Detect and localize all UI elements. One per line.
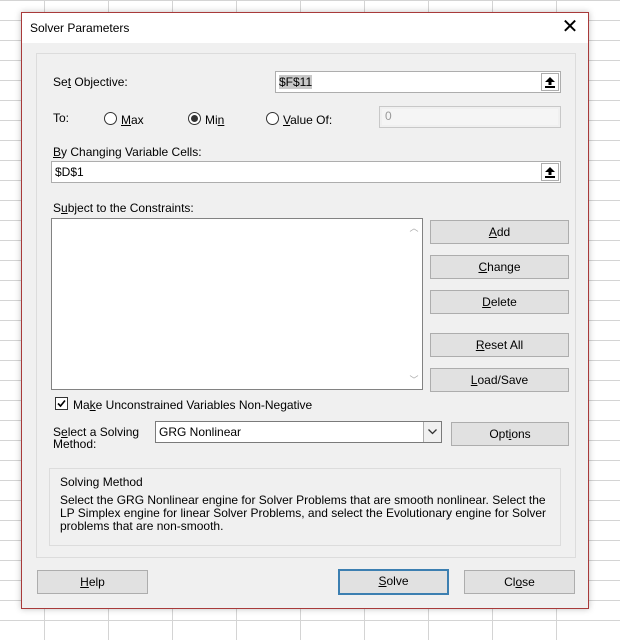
title-bar: Solver Parameters ✕	[22, 13, 588, 43]
solving-method-group: Solving Method Select the GRG Nonlinear …	[49, 468, 561, 546]
max-radio-label[interactable]: Max	[121, 113, 144, 127]
min-radio[interactable]	[188, 112, 201, 125]
solving-method-select[interactable]: GRG Nonlinear	[155, 421, 442, 443]
to-label: To:	[53, 111, 70, 125]
set-objective-value: $F$11	[279, 75, 313, 89]
solving-method-label: Select a Solving Method:	[53, 425, 140, 451]
change-button[interactable]: Change	[430, 255, 569, 279]
changing-cells-label: By Changing Variable Cells:	[53, 145, 202, 159]
value-of-radio[interactable]	[266, 112, 279, 125]
min-radio-label[interactable]: Min	[205, 113, 224, 127]
checkmark-icon	[57, 399, 66, 408]
collapse-dialog-icon[interactable]	[541, 163, 559, 181]
set-objective-label: Set Objective:	[53, 75, 128, 89]
solver-parameters-dialog: Solver Parameters ✕ Set Objective: $F$11…	[21, 12, 589, 609]
max-radio[interactable]	[104, 112, 117, 125]
value-of-radio-label[interactable]: Value Of:	[283, 113, 332, 127]
dialog-title: Solver Parameters	[30, 21, 130, 35]
solving-method-value: GRG Nonlinear	[159, 425, 242, 439]
load-save-button[interactable]: Load/Save	[430, 368, 569, 392]
help-button[interactable]: Help	[37, 570, 148, 594]
close-button[interactable]: Close	[464, 570, 575, 594]
parameters-panel: Set Objective: $F$11 To: Max Min Value O…	[36, 53, 576, 558]
non-negative-label[interactable]: Make Unconstrained Variables Non-Negativ…	[73, 398, 312, 412]
changing-cells-field[interactable]: $D$1	[51, 161, 561, 183]
scroll-down-icon[interactable]: ﹀	[409, 376, 419, 385]
delete-button[interactable]: Delete	[430, 290, 569, 314]
chevron-down-icon[interactable]	[423, 422, 441, 442]
add-button[interactable]: Add	[430, 220, 569, 244]
constraints-label: Subject to the Constraints:	[53, 201, 194, 215]
close-icon[interactable]: ✕	[560, 17, 580, 37]
value-of-field: 0	[379, 106, 561, 128]
changing-cells-value: $D$1	[55, 165, 84, 179]
set-objective-field[interactable]: $F$11	[275, 71, 561, 93]
constraints-list[interactable]: ︿ ﹀	[51, 218, 423, 390]
solving-method-title: Solving Method	[60, 475, 143, 489]
non-negative-checkbox[interactable]	[55, 397, 68, 410]
solving-method-description: Select the GRG Nonlinear engine for Solv…	[60, 493, 547, 533]
collapse-dialog-icon[interactable]	[541, 73, 559, 91]
options-button[interactable]: Options	[451, 422, 569, 446]
solve-button[interactable]: Solve	[338, 569, 449, 595]
reset-all-button[interactable]: Reset All	[430, 333, 569, 357]
scroll-up-icon[interactable]: ︿	[409, 224, 419, 233]
value-of-value: 0	[382, 109, 558, 125]
